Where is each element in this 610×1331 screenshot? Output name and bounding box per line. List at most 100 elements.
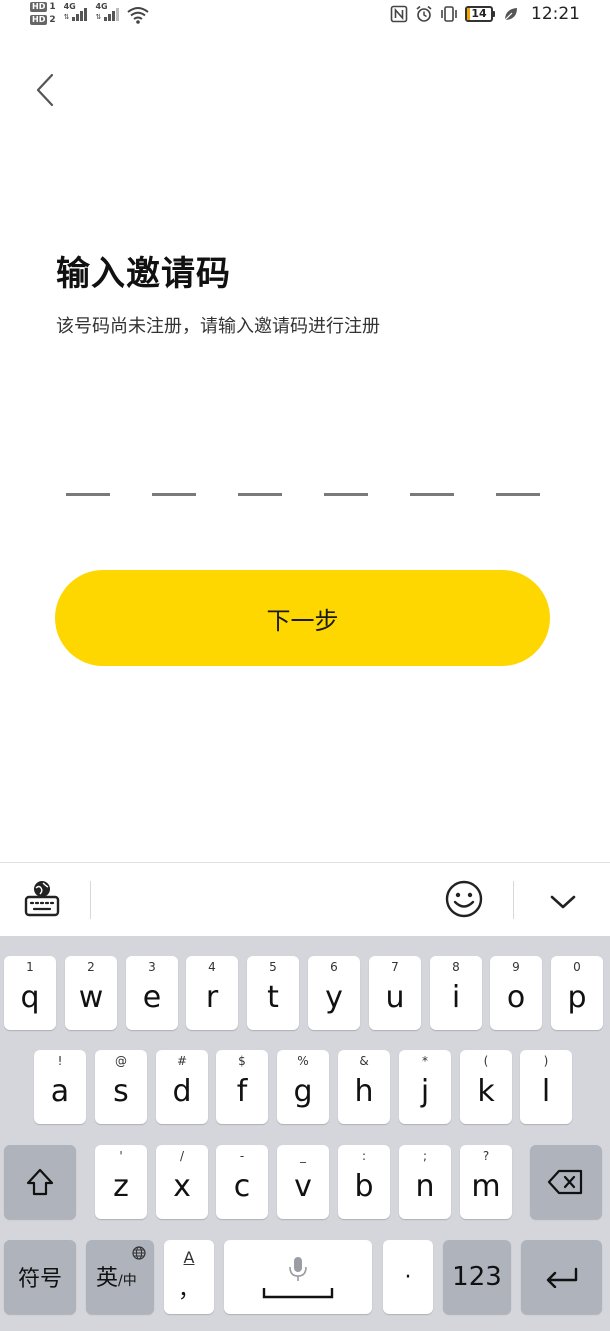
language-switch-key[interactable]: 英/中 [86, 1240, 154, 1314]
code-slot[interactable] [238, 493, 282, 496]
symbols-key[interactable]: 符号 [4, 1240, 76, 1314]
key-a[interactable]: ! a [34, 1050, 86, 1124]
key-u[interactable]: 7 u [369, 956, 421, 1030]
key-sub-label: 9 [512, 960, 520, 974]
key-n[interactable]: ; n [399, 1145, 451, 1219]
key-v[interactable]: _ v [277, 1145, 329, 1219]
key-label: m [471, 1169, 501, 1204]
vibrate-icon [441, 6, 457, 22]
key-m[interactable]: ? m [460, 1145, 512, 1219]
key-sub-label: 8 [452, 960, 460, 974]
key-sub-label: 4 [208, 960, 216, 974]
key-w[interactable]: 2 w [65, 956, 117, 1030]
key-sub-label: * [422, 1054, 428, 1068]
symbols-label: 符号 [17, 1267, 62, 1292]
backspace-key[interactable] [530, 1145, 602, 1219]
keyboard: 1 q 2 w 3 e 4 r 5 t 6 y 7 u 8 i 9 o 0 p … [0, 936, 610, 1331]
space-key[interactable] [224, 1240, 372, 1314]
key-label: r [205, 980, 219, 1015]
signal-bar [76, 14, 80, 21]
punctuation-top-label: A [183, 1248, 195, 1267]
key-sub-label: # [176, 1054, 188, 1068]
period-label: · [404, 1264, 412, 1290]
signal-bar [84, 8, 88, 21]
key-b[interactable]: : b [338, 1145, 390, 1219]
battery-icon: 14 [465, 6, 495, 22]
key-d[interactable]: # d [156, 1050, 208, 1124]
key-r[interactable]: 4 r [186, 956, 238, 1030]
next-step-button[interactable]: 下一步 [55, 570, 550, 666]
signal-bar [104, 17, 108, 21]
code-slot[interactable] [410, 493, 454, 496]
key-l[interactable]: ) l [520, 1050, 572, 1124]
key-label: b [354, 1169, 374, 1204]
clock: 12:21 [531, 4, 580, 24]
hd-badge: HD [30, 2, 48, 12]
enter-key[interactable] [521, 1240, 602, 1314]
key-p[interactable]: 0 p [551, 956, 603, 1030]
key-s[interactable]: @ s [95, 1050, 147, 1124]
key-sub-label: 2 [87, 960, 95, 974]
key-label: c [233, 1169, 251, 1204]
code-slot[interactable] [496, 493, 540, 496]
key-label: e [142, 980, 162, 1015]
chevron-down-icon[interactable] [546, 885, 580, 919]
invite-code-input[interactable] [66, 493, 540, 496]
shift-key-inner [4, 1145, 76, 1219]
battery-body: 14 [465, 6, 493, 22]
sim2-indicator: HD 2 [30, 15, 56, 25]
keyboard-settings-icon[interactable] [22, 879, 62, 919]
key-f[interactable]: $ f [216, 1050, 268, 1124]
key-k[interactable]: ( k [460, 1050, 512, 1124]
network-type-2: 4G [95, 2, 108, 11]
key-label: d [172, 1074, 192, 1109]
punctuation-key[interactable]: A ， [164, 1240, 214, 1314]
key-sub-label: 0 [573, 960, 581, 974]
sim-indicators: HD 1 HD 2 [30, 2, 56, 25]
key-sub-label: @ [115, 1054, 127, 1068]
key-label: p [567, 980, 587, 1015]
shift-key[interactable] [4, 1145, 76, 1219]
emoji-icon[interactable] [444, 879, 484, 919]
key-c[interactable]: - c [216, 1145, 268, 1219]
key-label: q [20, 980, 40, 1015]
page-title: 输入邀请码 [56, 254, 231, 294]
code-slot[interactable] [66, 493, 110, 496]
back-button[interactable] [28, 70, 62, 110]
key-t[interactable]: 5 t [247, 956, 299, 1030]
numbers-label: 123 [452, 1262, 502, 1292]
key-sub-label: 3 [148, 960, 156, 974]
key-label: x [173, 1169, 191, 1204]
sim2-number: 2 [49, 15, 56, 25]
key-sub-label: / [179, 1149, 185, 1163]
key-y[interactable]: 6 y [308, 956, 360, 1030]
code-slot[interactable] [152, 493, 196, 496]
key-x[interactable]: / x [156, 1145, 208, 1219]
key-g[interactable]: % g [277, 1050, 329, 1124]
key-e[interactable]: 3 e [126, 956, 178, 1030]
status-bar-left: HD 1 HD 2 4G ⇅ 4G ⇅ [30, 2, 149, 25]
key-q[interactable]: 1 q [4, 956, 56, 1030]
key-h[interactable]: & h [338, 1050, 390, 1124]
toolbar-divider [513, 881, 514, 919]
battery-level: 14 [471, 7, 487, 20]
shift-icon [26, 1168, 54, 1196]
key-label: k [477, 1074, 495, 1109]
key-o[interactable]: 9 o [490, 956, 542, 1030]
microphone-icon [289, 1257, 307, 1281]
signal-bar [116, 8, 120, 21]
enter-key-inner [521, 1240, 602, 1314]
key-j[interactable]: * j [399, 1050, 451, 1124]
key-sub-label: : [361, 1149, 367, 1163]
status-bar: HD 1 HD 2 4G ⇅ 4G ⇅ 14 12:21 [0, 0, 610, 36]
key-i[interactable]: 8 i [430, 956, 482, 1030]
code-slot[interactable] [324, 493, 368, 496]
numbers-key[interactable]: 123 [443, 1240, 511, 1314]
leaf-icon [504, 8, 517, 21]
key-z[interactable]: ' z [95, 1145, 147, 1219]
network-type-1: 4G [63, 2, 76, 11]
period-key[interactable]: · [383, 1240, 433, 1314]
signal-1: 4G ⇅ [64, 2, 88, 21]
key-sub-label: ) [543, 1054, 549, 1068]
status-bar-right: 14 12:21 [390, 4, 580, 24]
